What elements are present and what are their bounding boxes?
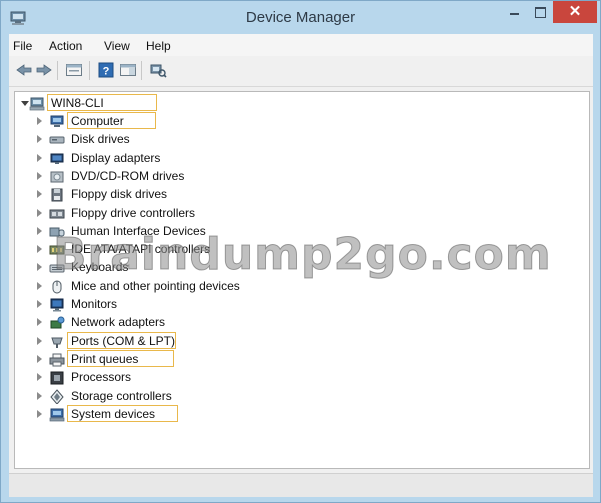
tree-item-label: Monitors [71,297,118,311]
tree-item-label: Computer [71,114,124,128]
system-devices-icon [49,408,65,422]
tree-item-computer[interactable]: Computer [15,112,589,131]
status-bar [9,473,593,497]
port-icon [51,337,63,348]
tree-root-row[interactable]: WIN8-CLI [15,94,589,113]
menu-bar: File Action View Help [9,34,593,56]
close-icon: ✕ [568,3,582,20]
tree-item-label: Disk drives [71,132,130,147]
expand-arrow-icon[interactable] [37,373,42,382]
tree-item-print-queues[interactable]: Print queues [15,349,589,369]
expand-arrow-icon[interactable] [37,135,42,144]
menu-action[interactable]: Action [49,39,82,53]
floppy-disk-icon [51,188,63,202]
svg-text:?: ? [103,66,110,78]
storage-controller-icon [50,388,64,404]
tree-item-dvd-cd-rom-drives[interactable]: DVD/CD-ROM drives [15,168,589,186]
forward-arrow-icon[interactable] [35,62,53,78]
expand-arrow-icon[interactable] [37,153,42,162]
device-manager-window: Device Manager ✕ File Action View Help ?… [0,0,601,503]
tree-item-monitors[interactable]: Monitors [15,296,589,314]
tree-item-system-devices[interactable]: System devices [15,404,589,424]
computer-root-icon [29,97,45,111]
tree-item-label: Print queues [71,351,139,366]
display-adapter-icon [50,153,64,164]
toolbar: ? [9,56,593,87]
expand-arrow-icon[interactable] [37,226,42,235]
expand-arrow-icon[interactable] [37,354,42,363]
expand-arrow-icon[interactable] [37,300,42,308]
minimize-button[interactable] [501,1,527,23]
tree-item-label: Floppy drive controllers [71,205,196,220]
floppy-controller-icon [49,209,65,218]
tree-item-processors[interactable]: Processors [15,369,589,387]
expand-arrow-icon[interactable] [37,409,42,418]
tree-item-display-adapters[interactable]: Display adapters [15,150,589,168]
expand-arrow-icon[interactable] [37,190,42,199]
tree-item-label: DVD/CD-ROM drives [71,168,185,183]
tree-root-label: WIN8-CLI [51,96,104,110]
tree-item-label: Ports (COM & LPT) [71,333,176,348]
expand-arrow-icon[interactable] [37,391,42,400]
expand-arrow-icon[interactable] [37,336,42,345]
tree-item-label: Processors [71,370,132,385]
tree-item-network-adapters[interactable]: Network adapters [15,314,589,332]
menu-file[interactable]: File [13,39,32,53]
processor-icon [50,371,64,385]
maximize-button[interactable] [527,1,553,23]
scan-hardware-icon[interactable] [149,62,167,78]
tree-item-label: Storage controllers [71,388,172,403]
tree-item-disk-drives[interactable]: Disk drives [15,131,589,149]
expand-arrow-icon[interactable] [37,281,42,290]
title-bar[interactable]: Device Manager ✕ [1,1,600,34]
tree-item-label: System devices [71,406,156,421]
tree-item-label: Network adapters [71,315,166,330]
tree-item-floppy-disk-drives[interactable]: Floppy disk drives [15,186,589,204]
close-button[interactable]: ✕ [553,1,597,23]
watermark: Braindump2go.com [53,229,552,281]
dvd-drive-icon [50,171,64,183]
details-pane-icon[interactable] [119,62,137,78]
help-icon[interactable]: ? [97,62,115,78]
expand-arrow-icon[interactable] [37,117,42,125]
tree-item-storage-controllers[interactable]: Storage controllers [15,388,589,406]
expand-arrow-icon[interactable] [37,318,42,327]
monitor-icon [50,298,64,312]
tree-item-label: Display adapters [71,150,161,165]
expand-arrow-icon[interactable] [37,263,42,272]
properties-pane-icon[interactable] [65,62,83,78]
menu-help[interactable]: Help [146,39,171,53]
tree-item-ports-com-lpt[interactable]: Ports (COM & LPT) [15,331,589,351]
toolbar-separator [89,61,90,80]
tree-item-floppy-drive-controllers[interactable]: Floppy drive controllers [15,205,589,223]
collapse-arrow-icon[interactable] [21,101,29,106]
menu-view[interactable]: View [104,39,130,53]
expand-arrow-icon[interactable] [37,171,42,180]
tree-item-label: Floppy disk drives [71,187,168,202]
computer-icon [50,115,64,127]
expand-arrow-icon[interactable] [37,245,42,254]
maximize-icon [535,7,546,18]
toolbar-separator [57,61,58,80]
network-adapter-icon [50,316,65,329]
disk-drive-icon [49,136,65,144]
minimize-icon [510,13,519,15]
toolbar-separator [141,61,142,80]
printer-icon [49,353,65,367]
back-arrow-icon[interactable] [15,62,33,78]
expand-arrow-icon[interactable] [37,208,42,217]
